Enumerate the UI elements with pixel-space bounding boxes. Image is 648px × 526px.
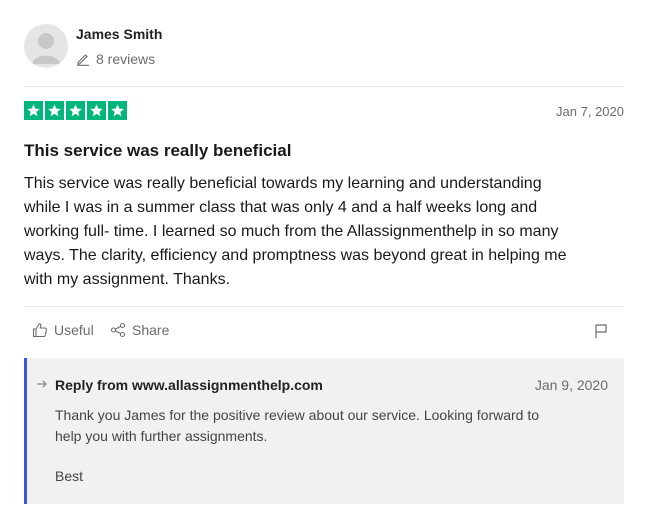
review-count: 8 reviews (76, 51, 155, 67)
review-line: ways. The clarity, efficiency and prompt… (24, 247, 567, 264)
review-line: with my assignment. Thanks. (24, 271, 231, 288)
review-actions: Useful Share (24, 322, 624, 344)
review-line: This service was really beneficial towar… (24, 175, 542, 192)
pencil-icon (77, 54, 89, 66)
reply-arrow-icon (37, 380, 47, 388)
reply-signature: Best (55, 468, 84, 484)
report-button[interactable] (594, 323, 608, 344)
reply-line: help you with further assignments. (55, 428, 268, 444)
share-label: Share (132, 322, 170, 338)
divider (24, 86, 624, 87)
reply-line: Thank you James for the positive review … (55, 407, 540, 423)
author-name[interactable]: James Smith (76, 26, 162, 42)
avatar[interactable] (24, 24, 68, 68)
star-rating (24, 101, 127, 120)
thumbs-up-icon (32, 323, 47, 338)
reply-from: Reply from www.allassignmenthelp.com (55, 377, 323, 393)
useful-label: Useful (54, 322, 94, 338)
company-reply: Reply from www.allassignmenthelp.com Jan… (24, 358, 624, 504)
star-icon (108, 101, 127, 120)
user-icon (32, 33, 60, 64)
star-icon (87, 101, 106, 120)
flag-icon (595, 324, 607, 338)
review-line: while I was in a summer class that was o… (24, 199, 538, 216)
review-count-label: 8 reviews (96, 51, 156, 67)
review-line: working full- time. I learned so much fr… (24, 223, 559, 240)
star-icon (66, 101, 85, 120)
share-button[interactable]: Share (110, 322, 169, 338)
reply-text: Thank you James for the positive review … (55, 405, 615, 447)
review-date: Jan 7, 2020 (556, 104, 624, 119)
divider (24, 306, 624, 307)
star-icon (24, 101, 43, 120)
share-icon (110, 322, 126, 338)
reply-date: Jan 9, 2020 (534, 377, 608, 393)
review-title: This service was really beneficial (24, 141, 292, 160)
review-body: This service was really beneficial towar… (24, 172, 624, 292)
useful-button[interactable]: Useful (32, 322, 94, 338)
star-icon (45, 101, 64, 120)
